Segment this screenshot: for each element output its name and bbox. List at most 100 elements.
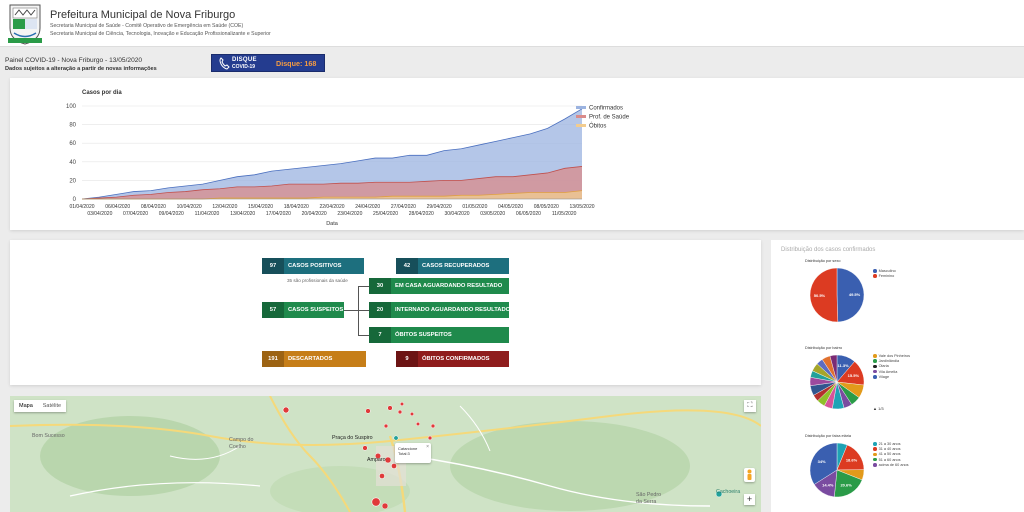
disque-number: Disque: 168	[276, 59, 317, 68]
legend-swatch	[873, 269, 877, 273]
legend-label: Prof. de Saúde	[589, 115, 630, 121]
x-tick-label: 09/04/2020	[159, 211, 184, 217]
x-tick-label: 23/04/2020	[337, 211, 362, 217]
x-tick-label: 08/05/2020	[534, 204, 559, 210]
map-type-tabs: Mapa Satélite	[14, 400, 67, 412]
place-praca-do-suspiro: Praça do Suspiro	[332, 435, 373, 441]
legend-label: Olaria	[878, 364, 889, 369]
cases-per-day-card: Casos por dia 0 20 40 60 80 100 01/04/2020 06/04…	[10, 78, 1024, 230]
sex-pie-title: Distribuição por sexo	[805, 259, 841, 263]
tab-mapa[interactable]: Mapa	[14, 400, 38, 412]
legend-swatch	[873, 274, 877, 278]
x-tick-label: 11/04/2020	[195, 211, 220, 217]
legend-label: Vila Amelia	[878, 369, 898, 374]
x-tick-label: 13/04/2020	[230, 211, 255, 217]
suspected-deaths-count: 7	[369, 327, 391, 343]
map-tooltip[interactable]: Catarcione Total:3 ×	[395, 443, 431, 463]
positive-cases-box: 97 CASOS POSITIVOS	[262, 258, 364, 274]
x-tick-label: 12/04/2020	[212, 204, 237, 210]
x-tick-label: 06/04/2020	[105, 204, 130, 210]
x-tick-label: 27/04/2020	[391, 204, 416, 210]
pie-slice-label: 14.4%	[822, 482, 834, 487]
chart-title: Casos por dia	[82, 90, 122, 96]
distribution-title: Distribuição dos casos confirmados	[781, 247, 876, 253]
recovered-cases-label: CASOS RECUPERADOS	[422, 263, 490, 269]
legend-label: 51 a 60 anos	[878, 457, 901, 462]
distribution-panel: Distribuição dos casos confirmados Distr…	[771, 240, 1024, 512]
pie-slice-label: 15.5%	[848, 373, 860, 378]
positive-cases-count: 97	[262, 258, 284, 274]
place-amparo: Amparo	[367, 457, 386, 463]
legend-label: Jardinlândia	[878, 359, 900, 364]
zoom-in-button[interactable]: +	[744, 494, 755, 505]
pie-slice-label: 34%	[818, 459, 826, 464]
legend-label: Confirmados	[589, 106, 623, 112]
legend-item: Vilage	[873, 375, 910, 380]
x-tick-label: 15/04/2020	[248, 204, 273, 210]
legend-label: 41 a 50 anos	[878, 452, 901, 457]
x-axis-title: Data	[326, 221, 339, 227]
age-legend: 21 a 30 anos 31 a 40 anos 41 a 50 anos 5…	[873, 442, 909, 468]
pie-slice-label: 20.6%	[840, 482, 852, 487]
neighborhood-legend: Vale dos Pinheiros Jardinlândia Olaria V…	[873, 354, 910, 380]
disque-covid-banner[interactable]: DISQUE COVID-19 Disque: 168	[211, 54, 325, 72]
legend-label: Feminino	[878, 274, 895, 279]
legend-label: 31 a 40 anos	[878, 447, 901, 452]
legend-item: Feminino	[873, 274, 896, 279]
legend-label: 21 a 30 anos	[878, 442, 901, 446]
home-awaiting-count: 30	[369, 278, 391, 294]
connector-em-casa	[358, 286, 369, 287]
panel-note: Dados sujeitos a alteração a partir de n…	[5, 66, 157, 72]
x-tick-label: 17/04/2020	[266, 211, 291, 217]
disque-line1: DISQUE	[232, 57, 257, 63]
recovered-cases-box: 42 CASOS RECUPERADOS	[396, 258, 509, 274]
x-tick-label: 30/04/2020	[444, 211, 469, 217]
y-tick-label: 100	[66, 104, 77, 110]
street-view-pegman-icon[interactable]	[744, 468, 755, 482]
confirmed-deaths-count: 9	[396, 351, 418, 367]
x-tick-label: 10/04/2020	[177, 204, 202, 210]
legend-pager[interactable]: ▲ 1/3	[873, 406, 884, 411]
app-title: Prefeitura Municipal de Nova Friburgo	[50, 9, 236, 21]
x-tick-label: 24/04/2020	[355, 204, 380, 210]
discarded-box: 191 DESCARTADOS	[262, 351, 366, 367]
pie-slice-label: 50.5%	[814, 293, 826, 298]
legend-swatch	[873, 359, 877, 363]
neighborhood-pie-chart: 11.3% 15.5%	[809, 354, 865, 410]
tab-satelite[interactable]: Satélite	[38, 400, 66, 412]
suspected-deaths-box: 7 ÓBITOS SUSPEITOS	[369, 327, 509, 343]
legend-label: Masculino	[878, 269, 896, 273]
x-tick-label: 28/04/2020	[409, 211, 434, 217]
x-tick-label: 01/05/2020	[462, 204, 487, 210]
legend-label: Vale dos Pinheiros	[878, 354, 910, 358]
tooltip-total: Total:3	[398, 451, 410, 456]
fullscreen-icon[interactable]: ⛶	[744, 400, 756, 412]
x-tick-label: 08/04/2020	[141, 204, 166, 210]
place-bom-sucesso: Bom Sucesso	[32, 433, 65, 439]
panel-title: Painel COVID-19 - Nova Friburgo - 13/05/…	[5, 57, 143, 64]
positive-cases-label: CASOS POSITIVOS	[288, 263, 342, 269]
header: Prefeitura Municipal de Nova Friburgo Se…	[0, 0, 1024, 47]
cases-per-day-chart: Casos por dia 0 20 40 60 80 100 01/04/2020 06/04…	[66, 90, 630, 227]
connector-main	[344, 310, 358, 311]
pager-arrow-icon[interactable]: ▲	[873, 406, 877, 411]
discarded-count: 191	[262, 351, 284, 367]
legend-swatch	[576, 106, 586, 109]
cases-map[interactable]: Mapa Satélite ⛶ + Bom Sucesso Campo do C…	[10, 396, 761, 512]
x-tick-label: 13/05/2020	[569, 204, 594, 210]
legend-swatch	[873, 442, 877, 446]
x-tick-label: 07/04/2020	[123, 211, 148, 217]
suspected-deaths-label: ÓBITOS SUSPEITOS	[395, 332, 452, 338]
age-pie-chart: 18.6% 20.6% 14.4% 34%	[809, 442, 865, 498]
y-tick-label: 0	[73, 197, 77, 203]
y-tick-label: 80	[69, 123, 76, 129]
legend-swatch	[873, 369, 877, 374]
sex-pie-chart: 49.5% 50.5%	[809, 267, 865, 323]
x-tick-label: 22/04/2020	[319, 204, 344, 210]
y-tick-label: 20	[69, 178, 76, 184]
neighborhood-pie-title: Distribuição por bairro	[805, 346, 843, 350]
x-tick-label: 03/04/2020	[87, 211, 112, 217]
legend-swatch	[873, 452, 877, 457]
close-icon[interactable]: ×	[426, 444, 429, 450]
discarded-label: DESCARTADOS	[288, 356, 333, 362]
